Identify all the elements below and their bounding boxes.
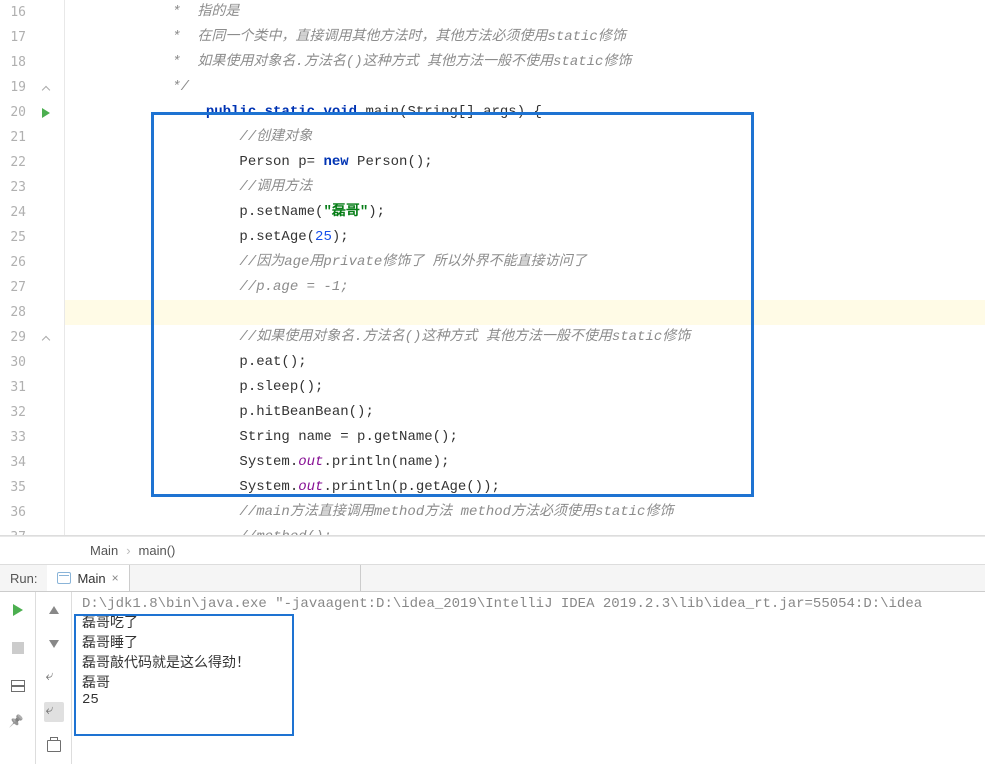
stop-button[interactable] [8,638,28,658]
print-icon [47,740,61,752]
breadcrumb-item[interactable]: main() [139,543,176,558]
console-line: 磊哥敲代码就是这么得劲！ [82,652,975,672]
run-config-icon [57,572,71,584]
line-number: 35 [0,480,30,495]
scroll-up-button[interactable] [44,600,64,620]
code-line[interactable]: //创建对象 [65,125,985,150]
line-number: 36 [0,505,30,520]
layout-button[interactable] [8,676,28,696]
line-number: 28 [0,305,30,320]
code-line[interactable]: //method(); [65,525,985,536]
code-line[interactable]: //如果使用对象名.方法名()这种方式 其他方法一般不使用static修饰 [65,325,985,350]
play-icon [13,604,23,616]
line-number: 32 [0,405,30,420]
scroll-to-end-button[interactable] [44,702,64,722]
console-line: 25 [82,692,975,708]
command-line: D:\jdk1.8\bin\java.exe "-javaagent:D:\id… [82,596,975,612]
line-number: 23 [0,180,30,195]
breadcrumb-item[interactable]: Main [90,543,118,558]
layout-icon [11,680,25,692]
code-line[interactable]: //调用方法 [65,175,985,200]
line-number: 33 [0,430,30,445]
code-line[interactable]: * 在同一个类中，直接调用其他方法时，其他方法必须使用static修饰 [65,25,985,50]
arrow-down-icon [49,640,59,648]
line-number: 24 [0,205,30,220]
chevron-right-icon: › [126,543,130,558]
code-line[interactable]: String name = p.getName(); [65,425,985,450]
code-line[interactable]: Person p= new Person(); [65,150,985,175]
code-line[interactable]: p.sleep(); [65,375,985,400]
code-line[interactable] [65,300,985,325]
code-line[interactable]: p.eat(); [65,350,985,375]
divider [360,565,361,591]
line-number: 25 [0,230,30,245]
line-number: 31 [0,380,30,395]
line-number: 18 [0,55,30,70]
code-line[interactable]: p.hitBeanBean(); [65,400,985,425]
line-number: 30 [0,355,30,370]
stop-icon [12,642,24,654]
line-number: 29 [0,330,30,345]
code-line[interactable]: //main方法直接调用method方法 method方法必须使用static修… [65,500,985,525]
code-line[interactable]: System.out.println(name); [65,450,985,475]
print-button[interactable] [44,736,64,756]
scroll-down-button[interactable] [44,634,64,654]
code-line[interactable]: */ [65,75,985,100]
line-number: 16 [0,5,30,20]
console-output[interactable]: D:\jdk1.8\bin\java.exe "-javaagent:D:\id… [72,592,985,764]
soft-wrap-button[interactable] [44,668,64,688]
line-number: 20 [0,105,30,120]
pin-button[interactable] [8,714,28,734]
console-line: 磊哥 [82,672,975,692]
line-number: 17 [0,30,30,45]
breadcrumb[interactable]: Main › main() [0,536,985,564]
fold-icon[interactable] [41,333,51,343]
code-editor[interactable]: 16 17 18 19 20 21 22 23 24 25 26 27 28 29 30 31 32 33 34 35… [0,0,985,536]
fold-icon[interactable] [41,83,51,93]
code-line[interactable]: System.out.println(p.getAge()); [65,475,985,500]
close-icon[interactable]: × [112,571,119,585]
code-line[interactable]: * 如果使用对象名.方法名()这种方式 其他方法一般不使用static修饰 [65,50,985,75]
line-number: 27 [0,280,30,295]
pin-icon [11,717,25,731]
code-line[interactable]: //因为age用private修饰了 所以外界不能直接访问了 [65,250,985,275]
line-number: 21 [0,130,30,145]
console-line: 磊哥吃了 [82,612,975,632]
gutter: 16 17 18 19 20 21 22 23 24 25 26 27 28 29 30 31 32 33 34 35… [0,0,65,535]
run-label: Run: [0,571,47,586]
run-tab-main[interactable]: Main × [47,565,129,591]
rerun-button[interactable] [8,600,28,620]
run-toolbar-inner [36,592,72,764]
code-line[interactable]: p.setName("磊哥"); [65,200,985,225]
code-line[interactable]: p.setAge(25); [65,225,985,250]
wrap-icon [46,671,62,685]
run-panel: Run: Main × D:\jdk1. [0,564,985,764]
arrow-up-icon [49,606,59,614]
code-line[interactable]: * 指的是 [65,0,985,25]
code-line[interactable]: public static void main(String[] args) { [65,100,985,125]
wrap-icon [46,705,62,719]
run-tabs: Run: Main × [0,565,985,592]
run-toolbar-left [0,592,36,764]
code-line[interactable]: //p.age = -1; [65,275,985,300]
console-line: 磊哥睡了 [82,632,975,652]
line-number: 22 [0,155,30,170]
run-tab-label: Main [77,571,105,586]
line-number: 19 [0,80,30,95]
line-number: 26 [0,255,30,270]
line-number: 34 [0,455,30,470]
run-gutter-icon[interactable] [42,108,50,118]
code-area[interactable]: * 指的是 * 在同一个类中，直接调用其他方法时，其他方法必须使用static修… [65,0,985,535]
